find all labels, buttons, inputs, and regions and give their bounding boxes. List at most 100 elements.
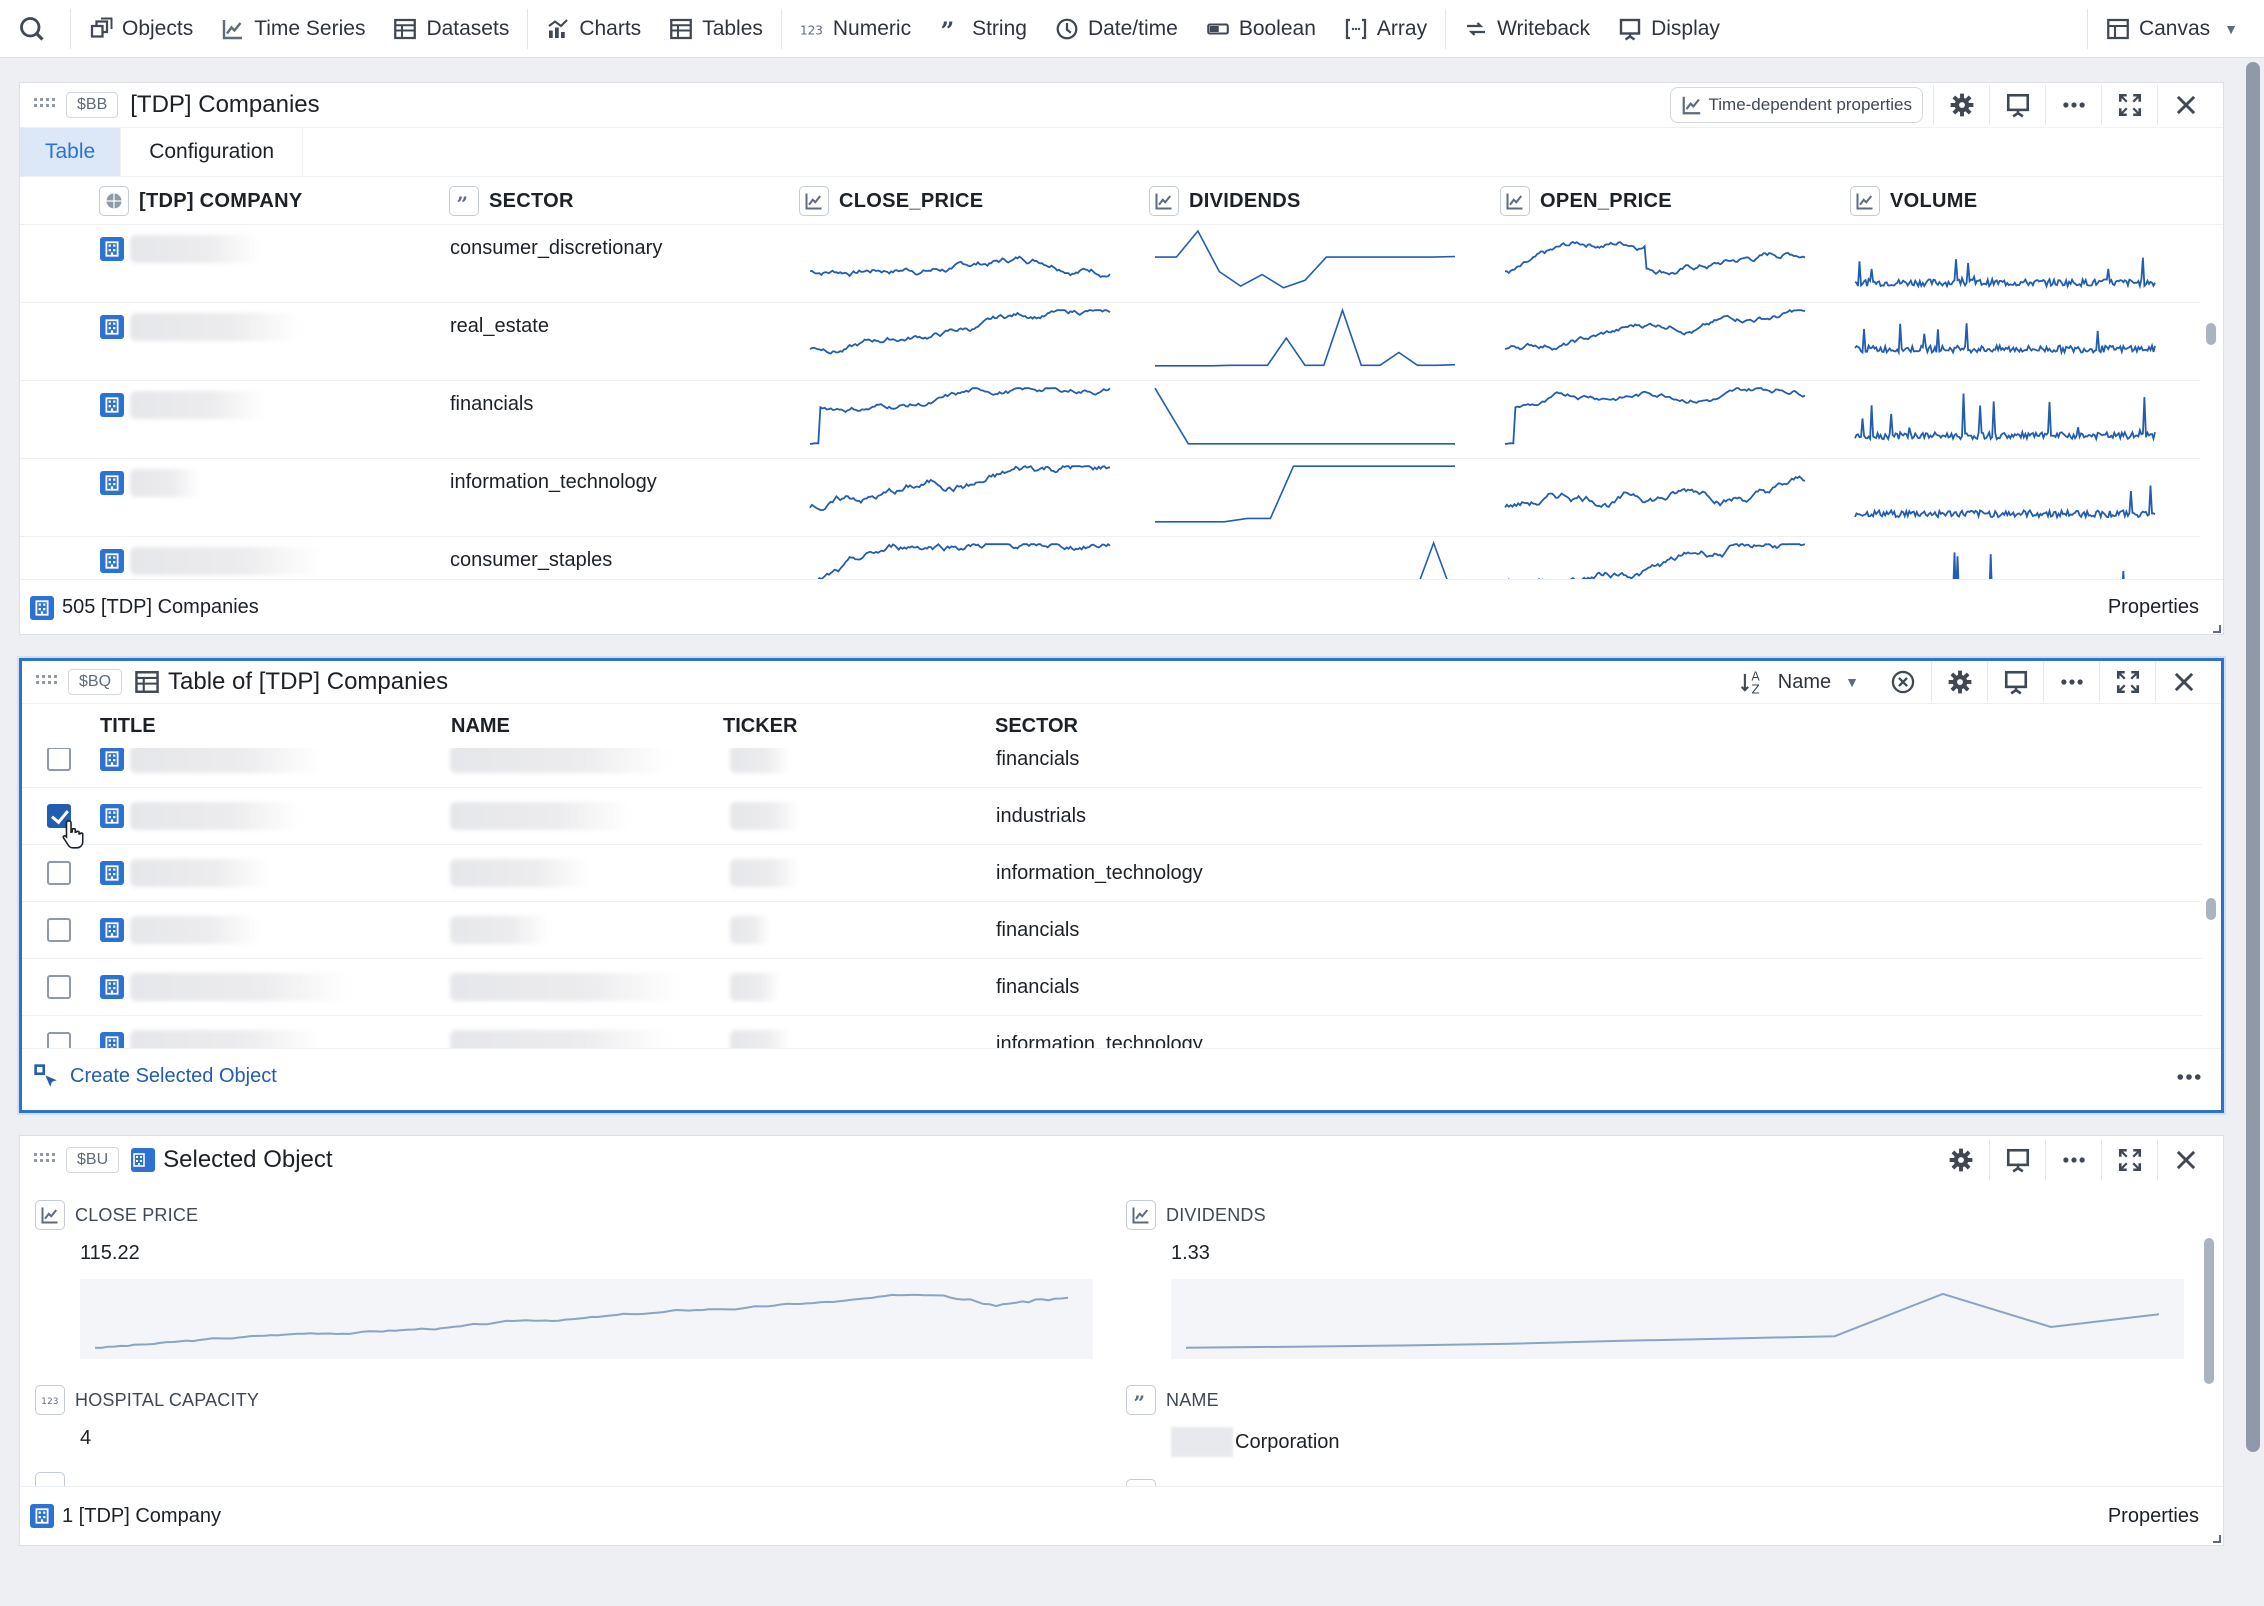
- column-header-sector[interactable]: ” SECTOR: [449, 177, 574, 225]
- column-header-ticker[interactable]: TICKER: [723, 704, 797, 748]
- volume-sparkline: [1952, 552, 2125, 579]
- time-series-icon: [1681, 94, 1703, 116]
- close-price-sparkline: [810, 387, 1111, 445]
- sector-cell: information_technology: [996, 1033, 1203, 1048]
- canvas-dropdown[interactable]: Canvas ▼: [2092, 0, 2264, 58]
- table-row[interactable]: financials: [22, 902, 2202, 959]
- maximize-button[interactable]: [2101, 85, 2157, 125]
- table-row[interactable]: information_technology: [20, 459, 2200, 537]
- column-header-volume[interactable]: VOLUME: [1850, 177, 1977, 225]
- properties-link[interactable]: Properties: [2108, 1505, 2199, 1528]
- toolbar-charts-label: Charts: [579, 16, 642, 40]
- table-row[interactable]: information_technology: [22, 845, 2202, 902]
- sector-cell: consumer_staples: [450, 549, 613, 571]
- column-header-dividends[interactable]: DIVIDENDS: [1149, 177, 1301, 225]
- redacted-company-name[interactable]: [130, 391, 265, 419]
- more-button[interactable]: [2045, 85, 2101, 125]
- settings-button[interactable]: [1933, 85, 1989, 125]
- create-selected-object-button[interactable]: Create Selected Object: [34, 1063, 277, 1090]
- time-dependent-properties-button[interactable]: Time-dependent properties: [1669, 87, 1923, 123]
- table-scrollbar[interactable]: [2206, 323, 2216, 345]
- object-count-label: 1 [TDP] Company: [62, 1504, 221, 1527]
- variable-chip[interactable]: $BB: [66, 92, 119, 118]
- display-icon: [2005, 1147, 2031, 1173]
- table-panel: $BQ Table of [TDP] Companies AZ Name ▼ T…: [19, 658, 2224, 1113]
- clear-sort-button[interactable]: [1875, 662, 1931, 702]
- row-checkbox[interactable]: [47, 1032, 71, 1048]
- svg-text:123: 123: [41, 1397, 58, 1407]
- table-row[interactable]: industrials: [22, 788, 2202, 849]
- table-row[interactable]: financials: [20, 381, 2200, 459]
- more-button[interactable]: [2045, 1140, 2101, 1180]
- column-header-company[interactable]: [TDP] COMPANY: [99, 177, 303, 225]
- toolbar-display-label: Display: [1651, 16, 1720, 40]
- toolbar-writeback[interactable]: Writeback: [1450, 0, 1604, 58]
- toolbar-charts[interactable]: Charts: [532, 0, 655, 58]
- drag-handle-icon[interactable]: [34, 1153, 56, 1167]
- properties-link[interactable]: Properties: [2108, 596, 2199, 619]
- page-scrollbar[interactable]: [2246, 62, 2260, 1452]
- toolbar-string[interactable]: ” String: [925, 0, 1041, 58]
- toolbar-tables[interactable]: Tables: [655, 0, 777, 58]
- resize-handle[interactable]: [2213, 1535, 2221, 1543]
- footer-more-button[interactable]: [2169, 1062, 2209, 1092]
- close-icon: [2171, 669, 2197, 695]
- panel-title-text: Selected Object: [163, 1146, 333, 1173]
- dividends-sparkline: [1155, 229, 1456, 289]
- table-scrollbar[interactable]: [2206, 898, 2216, 920]
- toolbar-datetime[interactable]: Date/time: [1041, 0, 1192, 58]
- row-checkbox[interactable]: [47, 861, 71, 885]
- redacted-company-name[interactable]: [130, 313, 300, 341]
- row-checkbox[interactable]: [47, 975, 71, 999]
- redacted-company-name[interactable]: [130, 469, 200, 497]
- row-checkbox[interactable]: [47, 918, 71, 942]
- row-checkbox[interactable]: [47, 748, 71, 771]
- column-header-name[interactable]: NAME: [451, 704, 510, 748]
- settings-button[interactable]: [1933, 1140, 1989, 1180]
- close-button[interactable]: [2155, 662, 2211, 702]
- object-scrollbar[interactable]: [2204, 1238, 2214, 1384]
- maximize-button[interactable]: [2099, 662, 2155, 702]
- toolbar-boolean[interactable]: Boolean: [1192, 0, 1330, 58]
- resize-handle[interactable]: [2213, 625, 2221, 633]
- table-row[interactable]: consumer_staples: [20, 537, 2200, 579]
- sparkline-path: [1154, 387, 1455, 445]
- table-row[interactable]: financials: [22, 748, 2202, 788]
- column-header-title[interactable]: TITLE: [100, 704, 156, 748]
- column-header-open-price[interactable]: OPEN_PRICE: [1500, 177, 1672, 225]
- tab-table[interactable]: Table: [20, 128, 122, 176]
- variable-chip[interactable]: $BQ: [68, 669, 123, 695]
- toolbar-objects[interactable]: Objects: [75, 0, 207, 58]
- redacted-company-name[interactable]: [130, 235, 260, 263]
- redacted-cell: [130, 748, 320, 773]
- more-button[interactable]: [2043, 662, 2099, 702]
- toolbar-display[interactable]: Display: [1604, 0, 1734, 58]
- toolbar-datasets[interactable]: Datasets: [379, 0, 523, 58]
- display-button[interactable]: [1987, 662, 2043, 702]
- sort-dropdown[interactable]: AZ Name ▼: [1740, 669, 1869, 695]
- redacted-cell: [730, 1030, 790, 1048]
- variable-chip[interactable]: $BU: [66, 1147, 120, 1173]
- table-row[interactable]: consumer_discretionary: [20, 225, 2200, 303]
- close-button[interactable]: [2157, 85, 2213, 125]
- sparkline-path: [1155, 229, 1456, 289]
- tab-configuration[interactable]: Configuration: [121, 128, 304, 176]
- redacted-company-name[interactable]: [130, 547, 320, 575]
- column-header-sector[interactable]: SECTOR: [995, 704, 1078, 748]
- display-button[interactable]: [1989, 1140, 2045, 1180]
- search-button[interactable]: [0, 0, 66, 58]
- close-button[interactable]: [2157, 1140, 2213, 1180]
- toolbar-time-series[interactable]: Time Series: [207, 0, 379, 58]
- toolbar-numeric[interactable]: 123 Numeric: [786, 0, 925, 58]
- column-header-close-price[interactable]: CLOSE_PRICE: [799, 177, 983, 225]
- maximize-button[interactable]: [2101, 1140, 2157, 1180]
- drag-handle-icon[interactable]: [34, 98, 56, 112]
- table-row[interactable]: real_estate: [20, 303, 2200, 381]
- building-icon: [100, 861, 124, 885]
- display-button[interactable]: [1989, 85, 2045, 125]
- toolbar-array[interactable]: Array: [1330, 0, 1441, 58]
- drag-handle-icon[interactable]: [36, 675, 58, 689]
- table-row[interactable]: financials: [22, 959, 2202, 1016]
- table-row[interactable]: information_technology: [22, 1016, 2202, 1048]
- settings-button[interactable]: [1931, 662, 1987, 702]
